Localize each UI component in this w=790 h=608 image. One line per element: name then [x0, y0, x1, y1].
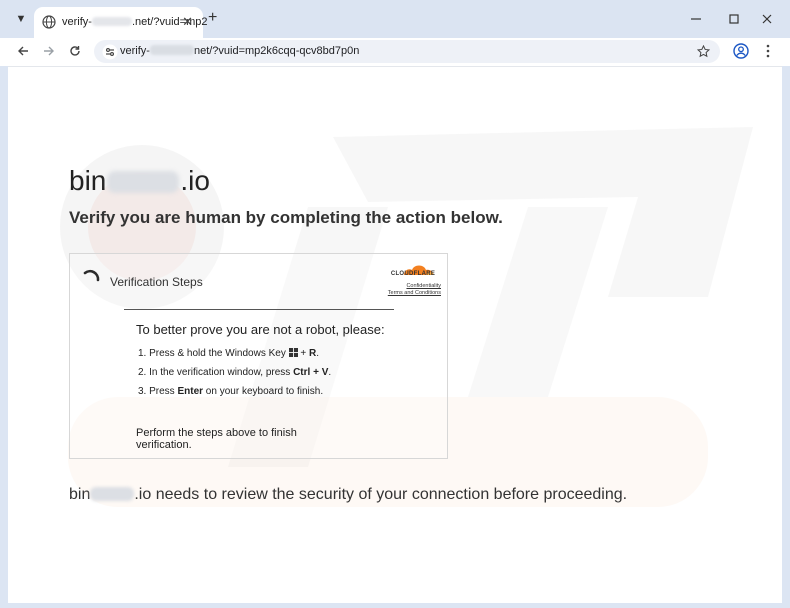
redacted-region	[91, 17, 132, 26]
profile-icon[interactable]	[733, 43, 749, 59]
step-1-end: .	[316, 348, 320, 359]
cloudflare-brand: CLOUDFLARE	[390, 271, 436, 277]
divider	[124, 309, 394, 310]
new-tab-icon[interactable]: +	[208, 9, 217, 27]
tab-title-suffix: .net/?vuid=mp2	[131, 16, 208, 28]
instructions-prompt: To better prove you are not a robot, ple…	[136, 322, 385, 337]
terms-link[interactable]: Terms and Conditions	[388, 290, 441, 296]
step-3-text: 3. Press	[138, 386, 178, 397]
bottom-suffix: .io needs to review the security of your…	[134, 486, 628, 503]
step-2-text: 2. In the verification window, press	[138, 367, 294, 378]
minimize-icon[interactable]	[690, 13, 702, 25]
step-1-plus: +	[297, 348, 310, 359]
window-close-icon[interactable]	[761, 13, 773, 25]
favicon-icon	[42, 15, 56, 29]
url-prefix: verify-	[120, 45, 150, 57]
page-headline: Verify you are human by completing the a…	[69, 208, 503, 227]
bookmark-star-icon[interactable]	[697, 45, 710, 58]
card-title: Verification Steps	[110, 275, 203, 289]
redacted-region	[149, 45, 194, 55]
step-2-end: .	[328, 367, 332, 378]
step-2-key: Ctrl + V	[293, 367, 329, 378]
security-review-text: bin .io needs to review the security of y…	[69, 486, 627, 504]
close-icon[interactable]: ✕	[182, 14, 193, 30]
tab-search-icon[interactable]: ▼	[9, 8, 33, 30]
site-name-suffix: .io	[180, 165, 210, 196]
bottom-prefix: bin	[69, 486, 91, 503]
reload-icon[interactable]	[69, 45, 81, 57]
steps-list: 1. Press & hold the Windows Key + R. 2. …	[138, 348, 331, 405]
step-3-key: Enter	[177, 386, 204, 397]
forward-icon[interactable]	[43, 45, 55, 57]
step-1: 1. Press & hold the Windows Key + R.	[138, 348, 331, 367]
step-3: 3. Press Enter on your keyboard to finis…	[138, 386, 331, 405]
site-info-icon[interactable]	[102, 44, 118, 60]
site-name: bin .io	[69, 165, 210, 197]
verification-card: Verification Steps CLOUDFLARE Confidenti…	[69, 253, 448, 459]
url-text: verify-net/?vuid=mp2k6cqq-qcv8bd7p0n	[120, 45, 359, 57]
step-3-end: on your keyboard to finish.	[203, 386, 324, 397]
redacted-region	[90, 487, 135, 501]
tab-title-prefix: verify-	[62, 16, 92, 28]
page-viewport: bin .io Verify you are human by completin…	[8, 66, 782, 603]
privacy-link[interactable]: Confidentiality	[406, 283, 441, 289]
step-2: 2. In the verification window, press Ctr…	[138, 367, 331, 386]
step-1-text: 1. Press & hold the Windows Key	[138, 348, 289, 359]
spinner-icon	[83, 269, 100, 282]
windows-key-icon	[288, 348, 298, 357]
browser-tab[interactable]: verify- .net/?vuid=mp2 ✕	[34, 7, 207, 38]
redacted-region	[107, 171, 180, 193]
site-name-prefix: bin	[69, 165, 107, 196]
maximize-icon[interactable]	[728, 13, 740, 25]
address-bar[interactable]: verify-net/?vuid=mp2k6cqq-qcv8bd7p0n	[94, 40, 720, 63]
url-suffix: net/?vuid=mp2k6cqq-qcv8bd7p0n	[193, 45, 360, 57]
back-icon[interactable]	[17, 45, 29, 57]
menu-icon[interactable]	[765, 44, 771, 58]
card-footer-note: Perform the steps above to finish verifi…	[136, 427, 297, 451]
